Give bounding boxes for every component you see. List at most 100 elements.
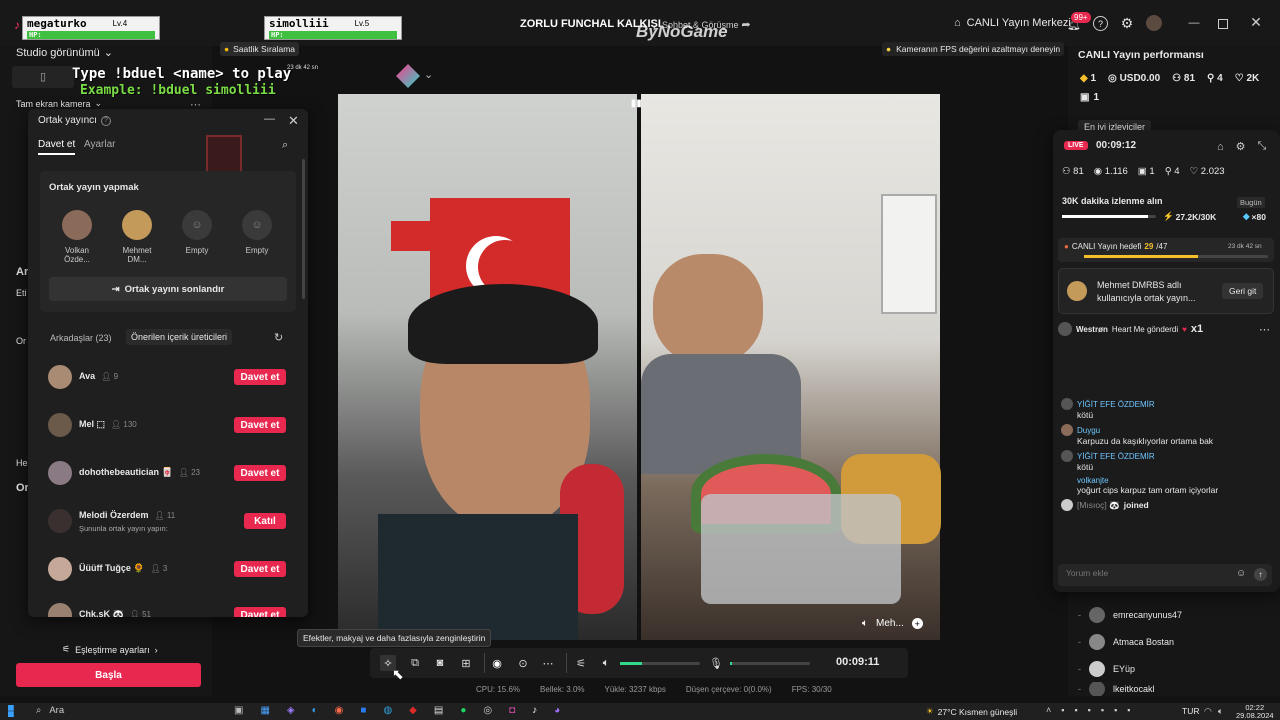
- tray-icon[interactable]: ▪: [1127, 705, 1130, 715]
- discord-icon[interactable]: ◕: [554, 705, 560, 716]
- tray-icon[interactable]: ▪: [1061, 705, 1064, 715]
- invite-button[interactable]: Davet et: [234, 465, 286, 481]
- chevron-up-icon[interactable]: ˄: [1046, 705, 1051, 715]
- start-button[interactable]: Başla: [16, 663, 201, 687]
- info-icon[interactable]: ?: [100, 115, 111, 126]
- cohost-slot-empty[interactable]: ☺ Empty: [172, 210, 222, 255]
- instagram-icon[interactable]: ◘: [509, 705, 515, 716]
- match-settings-link[interactable]: ⚟ Eşleştirme ayarları ›: [62, 644, 158, 655]
- edge-icon[interactable]: ◐: [312, 705, 318, 716]
- back-button[interactable]: Geri git: [1222, 283, 1264, 299]
- explorer-icon[interactable]: ▤: [434, 705, 443, 716]
- tray-icon[interactable]: ▪: [1088, 705, 1091, 715]
- capture-icon[interactable]: ⊙: [515, 655, 531, 671]
- refresh-icon[interactable]: ↻: [274, 331, 283, 344]
- list-item[interactable]: - lkeitkocakl: [1078, 682, 1278, 696]
- people-icon: ⚇: [1172, 73, 1182, 84]
- comment-input[interactable]: ☺ ↑: [1058, 564, 1272, 586]
- tab-suggested[interactable]: Önerilen içerik üreticileri: [126, 329, 233, 345]
- live-center-button[interactable]: ⌂ CANLI Yayın Merkezi: [954, 17, 1071, 29]
- add-icon[interactable]: +: [911, 618, 923, 629]
- user-avatar[interactable]: [1146, 15, 1162, 31]
- speaker-icon[interactable]: 🔈︎: [598, 655, 614, 671]
- tiktok-icon[interactable]: ♪: [532, 705, 537, 716]
- close-icon[interactable]: ✕: [288, 113, 299, 129]
- invite-button[interactable]: Davet et: [234, 369, 286, 385]
- spotify-icon[interactable]: ●: [460, 705, 466, 716]
- emoji-icon[interactable]: ☺: [1236, 568, 1246, 579]
- copilot-icon[interactable]: ◈: [287, 705, 295, 716]
- windows-start-icon[interactable]: [8, 705, 14, 717]
- list-item[interactable]: - EYüp: [1078, 655, 1278, 682]
- list-item[interactable]: - emrecanyunus47: [1078, 601, 1278, 628]
- eye-icon: ◉: [1093, 166, 1103, 177]
- tab-friends[interactable]: Arkadaşlar (23): [50, 333, 112, 343]
- mixer-icon[interactable]: ⚟: [573, 655, 589, 671]
- live-goal-header: ● CANLI Yayın hedefi 29/47: [1064, 242, 1167, 251]
- hourly-ranking-label: Saatlik Sıralama: [233, 44, 296, 54]
- app-icon[interactable]: ■: [360, 705, 366, 716]
- join-button[interactable]: Katıl: [244, 513, 286, 529]
- help-icon[interactable]: ?: [1093, 16, 1108, 31]
- tray-icon[interactable]: ▪: [1114, 705, 1117, 715]
- scrollbar[interactable]: [302, 159, 305, 299]
- goal-reward-value: ×80: [1251, 211, 1266, 222]
- cohost-slot[interactable]: Mehmet DM...: [112, 210, 162, 264]
- task-view-icon[interactable]: ▣: [234, 705, 243, 716]
- send-icon[interactable]: ↑: [1254, 568, 1267, 581]
- tab-settings[interactable]: Ayarlar: [84, 139, 116, 150]
- phone-view-toggle[interactable]: ▯: [12, 66, 74, 88]
- maximize-icon[interactable]: [1218, 19, 1228, 29]
- mouse-cursor-icon: ⬉: [392, 666, 404, 682]
- invite-button[interactable]: Davet et: [234, 607, 286, 617]
- invite-button[interactable]: Davet et: [234, 417, 286, 433]
- start-app-icon[interactable]: ▦: [260, 705, 269, 716]
- volume-icon[interactable]: 🔈︎: [862, 618, 868, 629]
- mic-volume-slider[interactable]: [730, 662, 810, 665]
- stat-people: ⚇ 81: [1172, 73, 1195, 84]
- minimize-icon[interactable]: —: [1186, 15, 1202, 31]
- more-icon[interactable]: ⋯: [1259, 323, 1270, 336]
- speaker-volume-slider[interactable]: [620, 662, 700, 665]
- invite-button[interactable]: Davet et: [234, 561, 286, 577]
- minimize-icon[interactable]: —: [264, 113, 275, 125]
- hourly-ranking[interactable]: ● Saatlik Sıralama: [220, 42, 300, 56]
- avatar: [62, 210, 92, 240]
- cohost-slot[interactable]: Volkan Özde...: [52, 210, 102, 264]
- live-goal-card[interactable]: ● CANLI Yayın hedefi 29/47 23 dk 42 sn: [1058, 238, 1274, 262]
- game-app-icon[interactable]: ◆: [409, 705, 417, 716]
- tab-invite[interactable]: Davet et: [38, 139, 76, 155]
- firefox-icon[interactable]: ◉: [335, 705, 344, 716]
- studio-view-dropdown[interactable]: Studio görünümü ⌄: [16, 46, 113, 60]
- lock-icon[interactable]: ⌂: [1217, 141, 1224, 153]
- microphone-icon[interactable]: 🎙︎: [708, 655, 724, 671]
- heart-icon: ♡: [1189, 166, 1199, 177]
- weather-widget[interactable]: ☀ 27°C Kısmen güneşli: [926, 706, 1017, 717]
- edge-browser-icon[interactable]: ◍: [383, 705, 392, 716]
- more-options-icon[interactable]: ⋯: [540, 655, 556, 671]
- comment-field[interactable]: [1066, 568, 1226, 578]
- settings-icon[interactable]: ⚙: [1236, 140, 1246, 153]
- taskbar-search[interactable]: ⌕ Ara: [36, 705, 64, 716]
- collapse-icon[interactable]: ⤡: [1258, 140, 1267, 153]
- language-indicator[interactable]: TUR: [1182, 706, 1199, 716]
- chevron-down-icon[interactable]: ⌄: [424, 68, 433, 81]
- camera-icon[interactable]: ◙: [432, 655, 448, 671]
- close-icon[interactable]: ✕: [1248, 14, 1264, 30]
- camera-dropdown[interactable]: Tam ekran kamera ⌄: [16, 98, 102, 109]
- cohost-slot-empty[interactable]: ☺ Empty: [232, 210, 282, 255]
- tray-icon[interactable]: ▪: [1101, 705, 1104, 715]
- settings-icon[interactable]: ⚙: [1119, 15, 1135, 31]
- tray-icon[interactable]: ▪: [1074, 705, 1077, 715]
- screen-add-icon[interactable]: ⊞: [458, 655, 474, 671]
- record-icon[interactable]: ◉: [489, 655, 505, 671]
- network-volume[interactable]: ◠ 🔈︎: [1204, 706, 1223, 717]
- weather-label: 27°C Kısmen güneşli: [937, 706, 1018, 717]
- search-icon[interactable]: ⌕: [282, 139, 288, 152]
- app-icon[interactable]: ◎: [483, 705, 492, 716]
- clock[interactable]: 02:22 29.08.2024: [1236, 704, 1274, 720]
- layout-icon[interactable]: ⧉: [407, 655, 423, 671]
- list-item[interactable]: - Atmaca Bostan: [1078, 628, 1278, 655]
- share-icon[interactable]: ➦: [739, 17, 753, 31]
- end-cohost-button[interactable]: ⇥ Ortak yayını sonlandır: [49, 277, 287, 301]
